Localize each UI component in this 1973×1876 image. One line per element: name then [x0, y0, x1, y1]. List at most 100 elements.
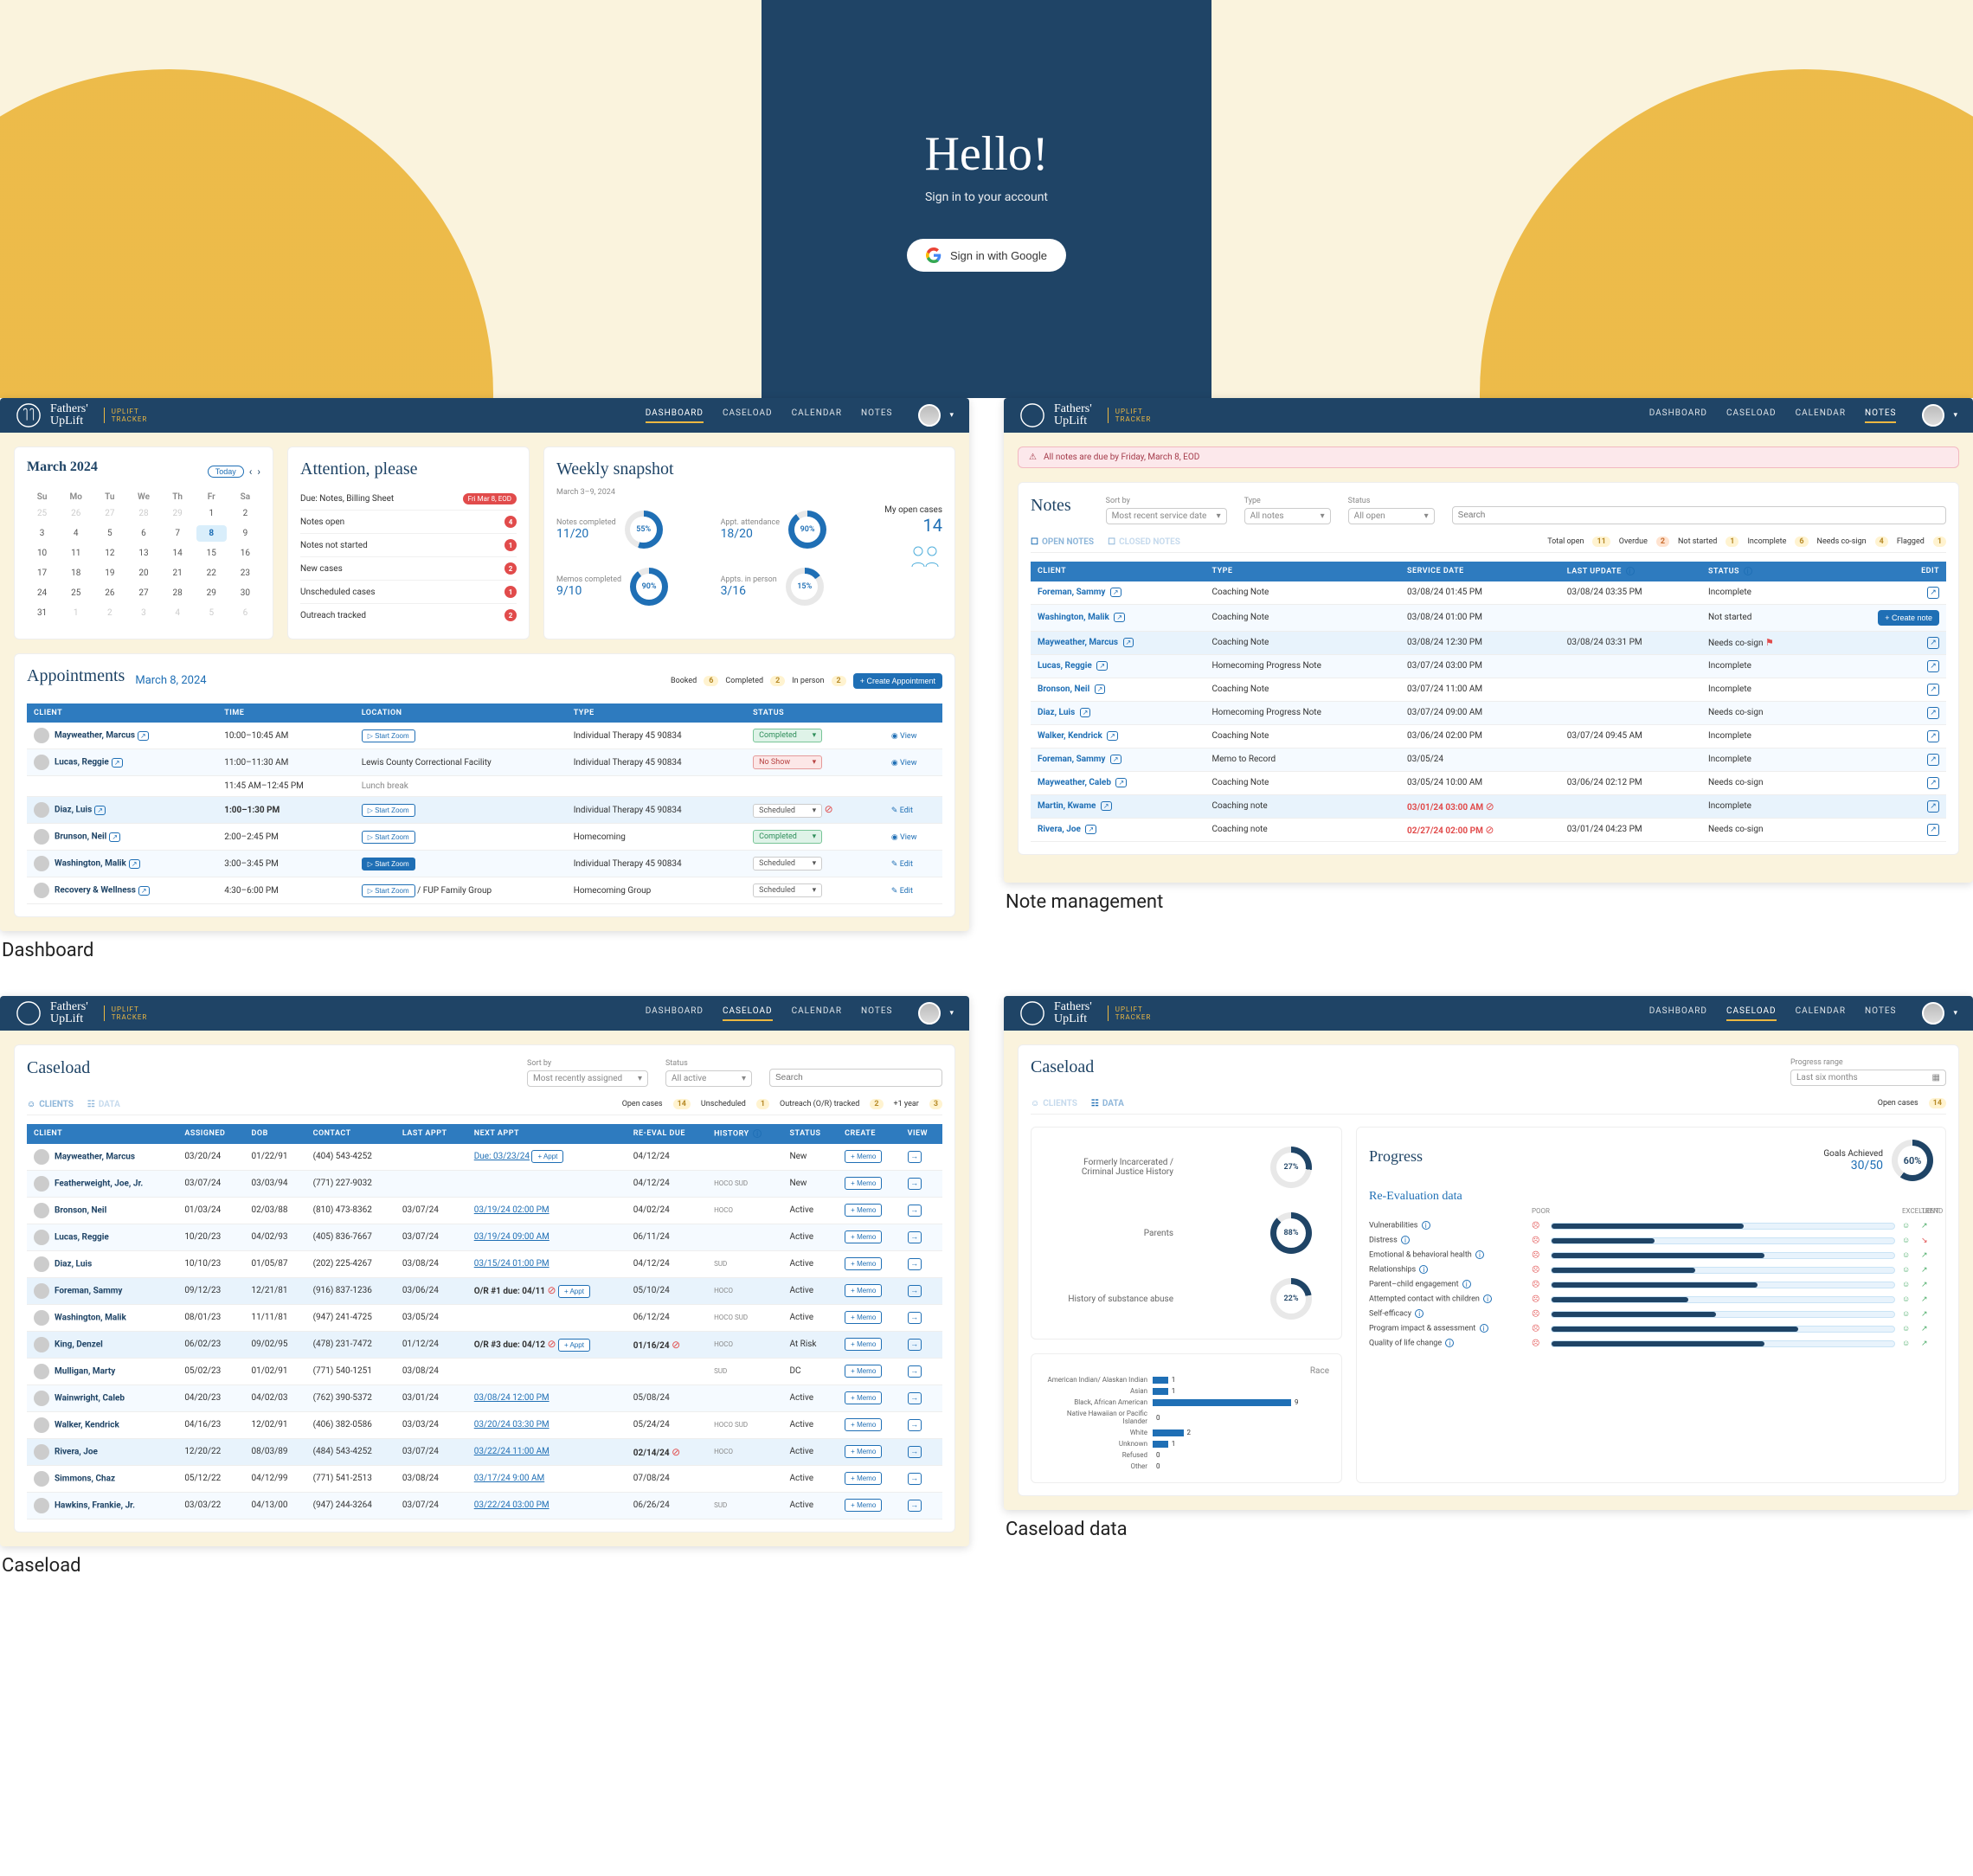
add-memo-button[interactable]: + Memo [845, 1257, 882, 1270]
chevron-down-icon[interactable]: ▾ [949, 1009, 954, 1018]
view-arrow-icon[interactable]: → [908, 1312, 922, 1324]
start-zoom-button[interactable]: ▷ Start Zoom [362, 729, 415, 742]
edit-icon[interactable]: ↗ [1927, 730, 1939, 742]
external-link-icon[interactable]: ↗ [1110, 755, 1121, 764]
start-zoom-button[interactable]: ▷ Start Zoom [362, 831, 415, 844]
calendar-day[interactable]: 16 [230, 545, 260, 562]
chevron-down-icon[interactable]: ▾ [1953, 411, 1957, 420]
view-arrow-icon[interactable]: → [908, 1473, 922, 1485]
calendar-day[interactable]: 29 [196, 585, 227, 601]
calendar-day[interactable]: 28 [128, 505, 158, 522]
next-appt-link[interactable]: 03/22/24 11:00 AM [474, 1447, 549, 1456]
chevron-down-icon[interactable]: ▾ [949, 411, 954, 420]
add-memo-button[interactable]: + Memo [845, 1230, 882, 1243]
nav-caseload[interactable]: CASELOAD [1726, 408, 1777, 423]
external-link-icon[interactable]: ↗ [1085, 825, 1096, 834]
edit-icon[interactable]: ↗ [1927, 587, 1939, 599]
next-appt-link[interactable]: 03/22/24 03:00 PM [474, 1500, 549, 1510]
view-arrow-icon[interactable]: → [908, 1339, 922, 1351]
status-select[interactable]: No Show ▾ [753, 755, 822, 769]
add-memo-button[interactable]: + Memo [845, 1445, 882, 1458]
external-link-icon[interactable]: ↗ [1114, 613, 1125, 622]
edit-link[interactable]: ✎ Edit [891, 806, 913, 815]
tab-data[interactable]: ☷ DATA [1091, 1099, 1124, 1108]
view-arrow-icon[interactable]: → [908, 1231, 922, 1243]
nav-calendar[interactable]: CALENDAR [1796, 1006, 1846, 1021]
sort-select[interactable]: Most recently assigned▾ [527, 1070, 648, 1087]
view-arrow-icon[interactable]: → [908, 1205, 922, 1217]
nav-caseload[interactable]: CASELOAD [1726, 1006, 1777, 1021]
calendar-prev-icon[interactable]: ‹ [249, 466, 253, 478]
external-link-icon[interactable]: ↗ [129, 859, 140, 869]
view-arrow-icon[interactable]: → [908, 1151, 922, 1163]
user-avatar[interactable] [918, 404, 941, 427]
status-select[interactable]: All active▾ [665, 1070, 752, 1087]
add-memo-button[interactable]: + Memo [845, 1365, 882, 1378]
external-link-icon[interactable]: ↗ [1096, 661, 1108, 671]
calendar-day[interactable]: 6 [128, 525, 158, 542]
calendar-day[interactable]: 19 [94, 565, 125, 581]
external-link-icon[interactable]: ↗ [112, 758, 123, 768]
add-memo-button[interactable]: + Memo [845, 1338, 882, 1351]
nav-caseload[interactable]: CASELOAD [723, 1006, 773, 1021]
nav-calendar[interactable]: CALENDAR [792, 1006, 842, 1021]
calendar-day[interactable]: 24 [27, 585, 57, 601]
add-memo-button[interactable]: + Memo [845, 1284, 882, 1297]
nav-dashboard[interactable]: DASHBOARD [1649, 1006, 1707, 1021]
external-link-icon[interactable]: ↗ [1110, 588, 1121, 597]
create-note-button[interactable]: + Create note [1878, 610, 1939, 626]
tab-closed-notes[interactable]: ☐ CLOSED NOTES [1108, 537, 1180, 547]
edit-icon[interactable]: ↗ [1927, 777, 1939, 789]
nav-notes[interactable]: NOTES [1865, 1006, 1896, 1021]
next-appt-link[interactable]: 03/08/24 12:00 PM [474, 1393, 549, 1403]
edit-icon[interactable]: ↗ [1927, 754, 1939, 766]
external-link-icon[interactable]: ↗ [1107, 731, 1118, 741]
attention-item[interactable]: Unscheduled cases1 [300, 580, 517, 603]
status-select[interactable]: Completed ▾ [753, 729, 822, 742]
calendar-day[interactable]: 29 [163, 505, 193, 522]
next-appt-link[interactable]: 03/20/24 03:30 PM [474, 1420, 549, 1429]
external-link-icon[interactable]: ↗ [94, 806, 106, 815]
view-arrow-icon[interactable]: → [908, 1392, 922, 1404]
user-avatar[interactable] [918, 1002, 941, 1025]
tab-open-notes[interactable]: ☐ OPEN NOTES [1031, 537, 1094, 547]
search-input[interactable] [1452, 506, 1946, 524]
calendar-day[interactable]: 1 [61, 605, 91, 621]
view-arrow-icon[interactable]: → [908, 1285, 922, 1297]
next-appt-link[interactable]: 03/15/24 01:00 PM [474, 1259, 549, 1269]
add-memo-button[interactable]: + Memo [845, 1391, 882, 1404]
user-avatar[interactable] [1922, 404, 1944, 427]
status-select[interactable]: Completed ▾ [753, 830, 822, 844]
nav-caseload[interactable]: CASELOAD [723, 408, 773, 423]
search-input[interactable] [769, 1069, 942, 1087]
add-memo-button[interactable]: + Memo [845, 1150, 882, 1163]
calendar-day[interactable]: 7 [163, 525, 193, 542]
range-select[interactable]: Last six months▦ [1790, 1070, 1946, 1086]
calendar-day[interactable]: 3 [27, 525, 57, 542]
view-arrow-icon[interactable]: → [908, 1365, 922, 1378]
calendar-day[interactable]: 9 [230, 525, 260, 542]
calendar-day[interactable]: 27 [128, 585, 158, 601]
start-zoom-button[interactable]: ▷ Start Zoom [362, 884, 415, 897]
edit-icon[interactable]: ↗ [1927, 824, 1939, 836]
add-memo-button[interactable]: + Memo [845, 1418, 882, 1431]
google-signin-button[interactable]: Sign in with Google [907, 239, 1066, 272]
status-select[interactable]: All open▾ [1348, 508, 1435, 524]
add-appt-button[interactable]: + Appt [558, 1285, 590, 1298]
add-memo-button[interactable]: + Memo [845, 1204, 882, 1217]
calendar-day[interactable]: 26 [61, 505, 91, 522]
calendar-next-icon[interactable]: › [257, 466, 260, 478]
next-appt-link[interactable]: 03/19/24 02:00 PM [474, 1205, 549, 1215]
attention-item[interactable]: Notes not started1 [300, 533, 517, 556]
add-memo-button[interactable]: + Memo [845, 1499, 882, 1512]
calendar-day[interactable]: 4 [163, 605, 193, 621]
next-appt-link[interactable]: 03/19/24 09:00 AM [474, 1232, 549, 1242]
calendar-day[interactable]: 26 [94, 585, 125, 601]
external-link-icon[interactable]: ↗ [138, 886, 150, 896]
view-arrow-icon[interactable]: → [908, 1419, 922, 1431]
calendar-day[interactable]: 22 [196, 565, 227, 581]
calendar-day[interactable]: 4 [61, 525, 91, 542]
view-link[interactable]: ◉ View [891, 759, 917, 768]
view-arrow-icon[interactable]: → [908, 1500, 922, 1512]
attention-item[interactable]: Notes open4 [300, 510, 517, 533]
